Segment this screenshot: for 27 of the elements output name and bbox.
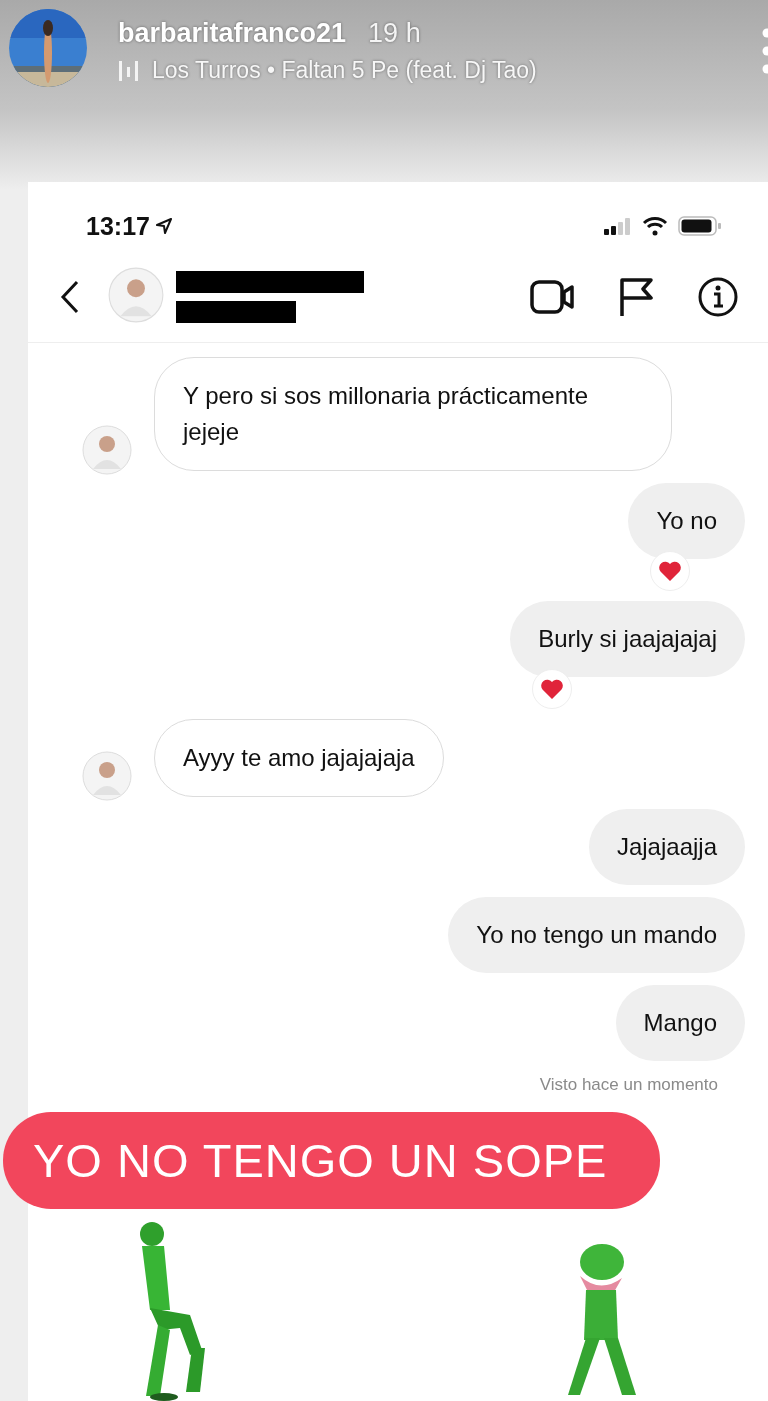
message-bubble: Mango: [615, 985, 745, 1061]
back-icon[interactable]: [60, 280, 80, 314]
status-time: 13:17: [86, 211, 150, 241]
wifi-icon: [642, 216, 668, 236]
location-arrow-icon: [155, 218, 172, 234]
music-label[interactable]: Los Turros • Faltan 5 Pe (feat. Dj Tao): [152, 57, 537, 84]
post-time: 19 h: [368, 18, 421, 49]
text-sticker: YO NO TENGO UN SOPE: [3, 1112, 660, 1209]
music-bars-icon: [118, 58, 140, 83]
avatar-icon: [82, 751, 132, 801]
avatar-icon: [82, 425, 132, 475]
battery-icon: [678, 216, 722, 236]
message-bubble: Y pero si sos millonaria prácticamente jejeje: [154, 357, 672, 471]
avatar-icon: [108, 267, 164, 323]
message-bubble: Yo no tengo un mando: [448, 897, 745, 973]
info-icon[interactable]: [698, 277, 738, 317]
message-bubble: Jajajaajja: [588, 809, 745, 885]
heart-icon: [658, 560, 683, 582]
seen-status: Visto hace un momento: [539, 1075, 718, 1095]
username[interactable]: barbaritafranco21: [118, 18, 347, 49]
message-bubble: Burly si jaajajajaj: [510, 601, 745, 677]
video-call-icon[interactable]: [530, 279, 574, 315]
message-bubble: Yo no: [628, 483, 745, 559]
signal-icon: [604, 217, 632, 235]
flag-icon[interactable]: [619, 277, 653, 317]
message-bubble: Ayyy te amo jajajajaja: [154, 719, 444, 797]
heart-icon: [540, 678, 565, 700]
